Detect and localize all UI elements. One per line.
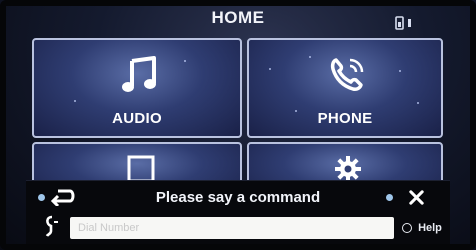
voice-command-icon[interactable] bbox=[42, 214, 62, 240]
close-icon[interactable] bbox=[408, 189, 425, 206]
phone-label: PHONE bbox=[317, 110, 373, 127]
dial-number-input[interactable]: Dial Number bbox=[70, 217, 394, 239]
audio-tile[interactable]: AUDIO bbox=[32, 38, 242, 138]
voice-command-bar: Please say a command Dial Number Help bbox=[26, 180, 450, 245]
phone-icon bbox=[330, 58, 364, 91]
help-button[interactable]: Help bbox=[402, 217, 442, 239]
help-icon bbox=[402, 223, 412, 234]
help-label: Help bbox=[418, 222, 442, 234]
phone-tile[interactable]: PHONE bbox=[247, 38, 443, 138]
indicator-dot-right bbox=[386, 194, 393, 201]
dial-number-placeholder: Dial Number bbox=[78, 222, 140, 234]
audio-label: AUDIO bbox=[112, 110, 162, 127]
music-note-icon bbox=[122, 56, 156, 92]
status-icon bbox=[395, 16, 411, 30]
home-screen: HOME AUDIO PHONE Please say a command Di… bbox=[0, 0, 476, 250]
